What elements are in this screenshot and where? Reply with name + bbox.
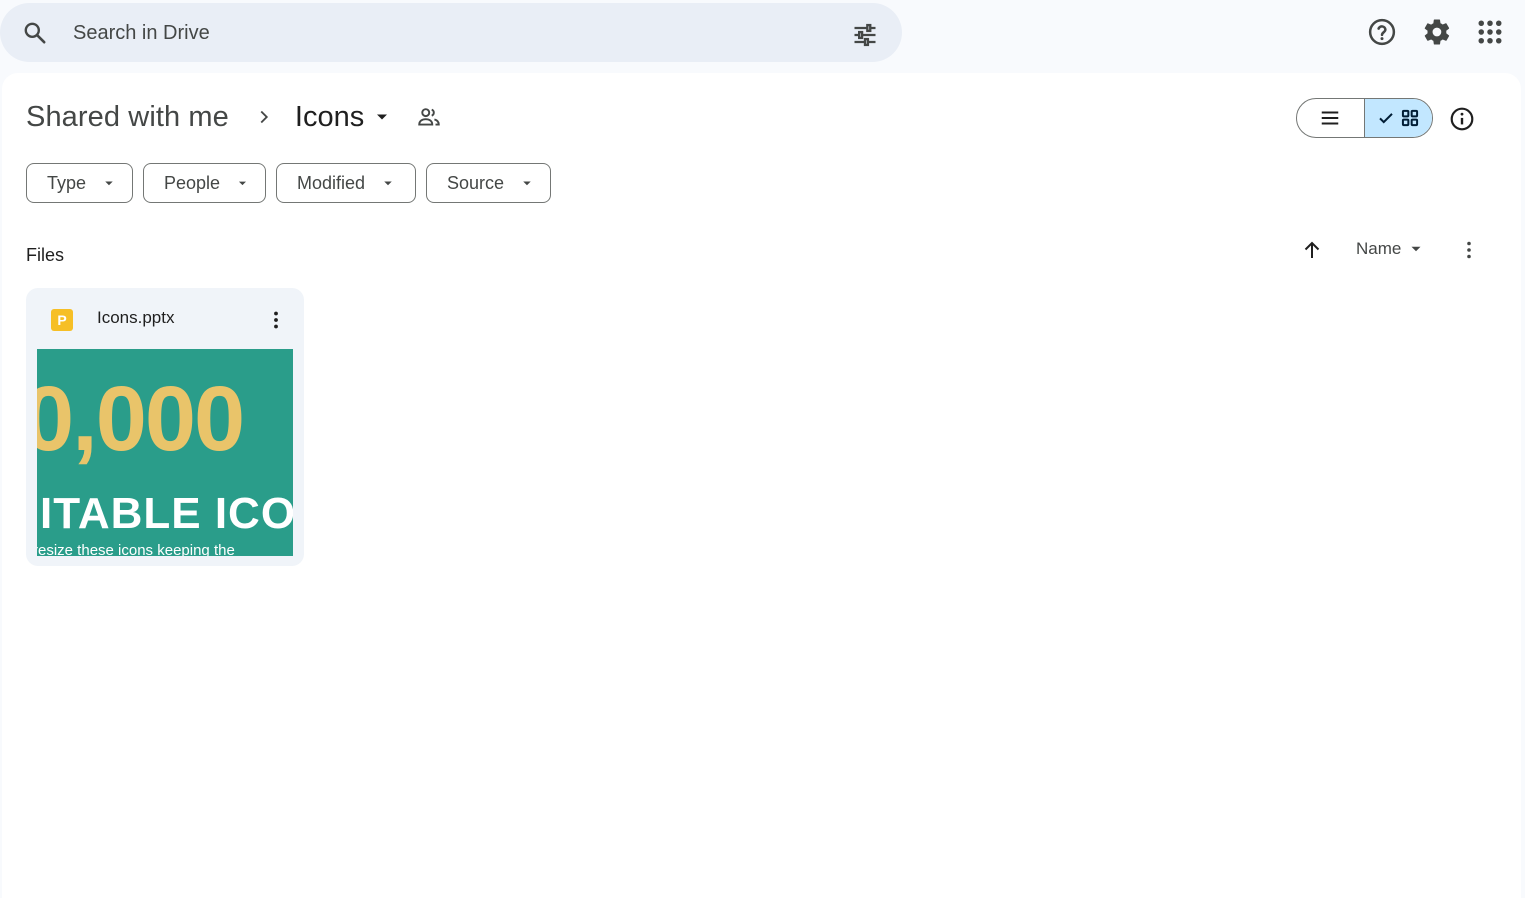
filter-type-chip[interactable]: Type [26,163,133,203]
caret-down-icon [377,114,388,120]
breadcrumb: Shared with me Icons [26,97,442,137]
tune-icon[interactable] [851,21,879,49]
filter-source-label: Source [447,172,505,193]
filter-people-chip[interactable]: People [143,163,266,203]
caret-down-icon [239,181,247,186]
filter-modified-label: Modified [297,172,366,193]
search-icon[interactable] [22,20,48,46]
filter-source-chip[interactable]: Source [426,163,551,203]
caret-down-icon [1411,246,1421,252]
slides-file-icon: P [51,309,73,331]
breadcrumb-current-folder[interactable]: Icons [295,101,392,134]
filter-type-label: Type [47,172,87,193]
thumbnail-text-medium: ITABLE ICO [40,489,293,538]
caret-down-icon [523,181,531,186]
view-toggle [1296,98,1433,138]
files-section-title: Files [26,245,65,265]
more-vert-icon[interactable] [1457,238,1481,262]
caret-down-icon [384,181,392,186]
info-icon[interactable] [1449,106,1475,132]
search-bar[interactable] [0,3,902,62]
sort-by-button[interactable]: Name [1356,239,1425,259]
check-icon [1379,113,1393,124]
list-view-button[interactable] [1297,99,1365,137]
file-name: Icons.pptx [97,308,175,327]
thumbnail-text-large: 0,000 [37,368,245,470]
top-bar [0,0,1525,68]
sort-direction-arrow-up-icon[interactable] [1300,238,1324,262]
filter-modified-chip[interactable]: Modified [276,163,416,203]
more-vert-icon[interactable] [264,308,288,332]
breadcrumb-shared-with-me[interactable]: Shared with me [26,101,229,134]
filter-chips: Type People Modified Source [26,163,561,203]
apps-grid-icon[interactable] [1475,17,1505,47]
sort-by-label: Name [1356,239,1402,258]
file-thumbnail[interactable]: 0,000 ITABLE ICO resize these icons keep… [37,349,293,556]
filter-people-label: People [164,172,221,193]
chevron-right-icon [260,110,268,124]
list-icon [1322,111,1339,125]
help-icon[interactable] [1367,17,1397,47]
file-card[interactable]: P Icons.pptx 0,000 ITABLE ICO resize the… [26,288,304,566]
thumbnail-text-small: resize these icons keeping the [37,542,235,556]
breadcrumb-current-label: Icons [294,100,365,133]
grid-icon [1401,109,1418,127]
grid-view-button[interactable] [1364,99,1432,137]
caret-down-icon [105,181,113,186]
shared-people-icon [418,108,440,126]
main-content: Shared with me Icons Type People Modifie… [2,73,1521,898]
settings-icon[interactable] [1422,17,1452,47]
search-input[interactable] [71,17,811,49]
